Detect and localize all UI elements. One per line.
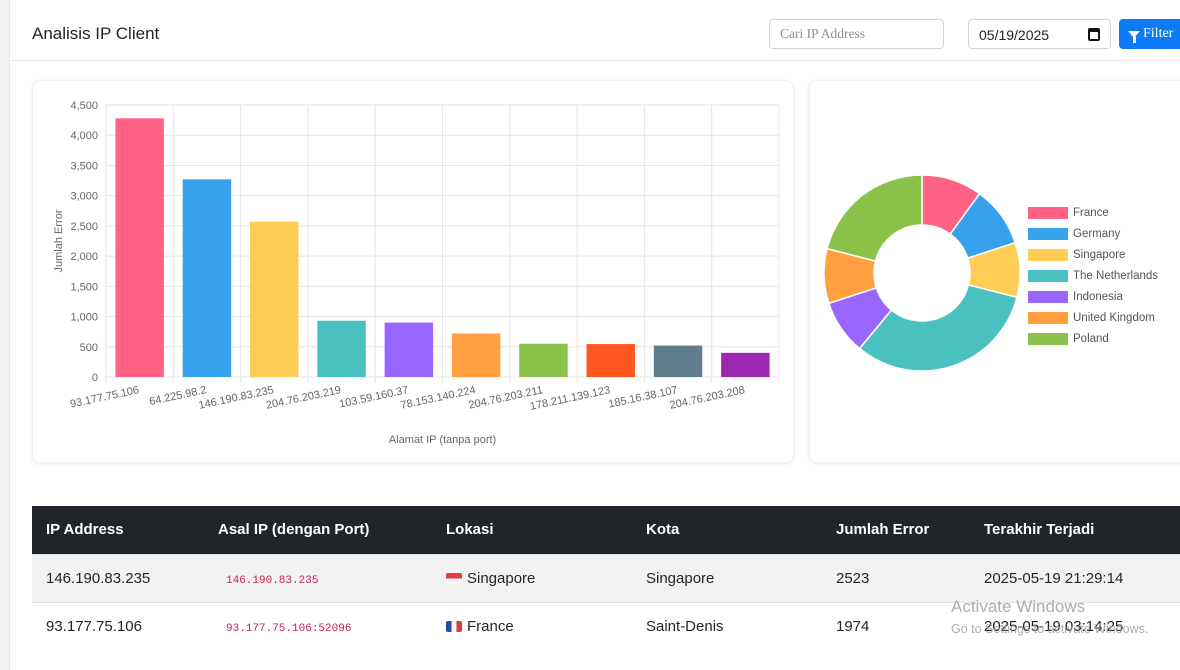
bar-chart: 0 500 1,000 1,500 2,000 2,500 3,000 3,500 4,000 4… (53, 100, 780, 446)
x-tick-label: 204.76.203.208 (669, 384, 746, 412)
header-city[interactable]: Kota (632, 506, 822, 554)
cell-location: Singapore (432, 553, 632, 602)
bar[interactable] (653, 345, 703, 377)
legend-item[interactable]: France (1028, 202, 1158, 223)
x-tick-label: 185.16.38.107 (607, 384, 678, 410)
legend-swatch (1028, 227, 1068, 240)
x-tick-label: 146.190.83.235 (198, 384, 275, 412)
legend-swatch (1028, 206, 1068, 219)
cell-ip-address: 146.190.83.235 (32, 553, 204, 602)
bar[interactable] (721, 352, 770, 377)
header-ip-address[interactable]: IP Address (32, 506, 204, 554)
legend-item[interactable]: Germany (1028, 223, 1158, 244)
legend-item[interactable]: Indonesia (1028, 286, 1158, 307)
x-tick-label: 204.76.203.219 (265, 384, 342, 412)
doughnut-chart-card: France Germany Singapore The Netherlands Ind… (809, 80, 1180, 463)
x-tick-label: 103.59.160.37 (338, 384, 409, 410)
y-tick-label: 3,000 (70, 191, 98, 203)
legend-label: Singapore (1073, 248, 1126, 261)
legend-swatch (1028, 290, 1068, 303)
country-flag-icon (446, 572, 462, 584)
legend-label: Poland (1073, 332, 1109, 345)
legend-label: Indonesia (1073, 290, 1123, 303)
x-tick-label: 93.177.75.106 (69, 384, 140, 410)
calendar-icon[interactable] (1088, 28, 1100, 41)
left-border (0, 0, 10, 670)
bar-chart-card: 0 500 1,000 1,500 2,000 2,500 3,000 3,500 4,000 4… (32, 80, 794, 463)
y-tick-label: 500 (80, 342, 98, 354)
cell-location: France (432, 601, 632, 650)
y-tick-label: 3,500 (70, 160, 98, 172)
windows-activation-watermark: Activate Windows (951, 597, 1086, 616)
bar[interactable] (586, 344, 635, 377)
table-header-row: IP Address Asal IP (dengan Port) Lokasi … (32, 506, 1180, 554)
cell-city: Saint-Denis (632, 601, 822, 650)
location-label: Singapore (467, 569, 536, 587)
legend-swatch (1028, 269, 1068, 282)
x-tick-label: 78.153.140.224 (399, 384, 476, 412)
legend-item[interactable]: The Netherlands (1028, 265, 1158, 286)
y-tick-label: 1,000 (70, 312, 98, 324)
page-title: Analisis IP Client (32, 24, 160, 43)
search-input[interactable] (769, 19, 944, 49)
bar[interactable] (317, 320, 366, 377)
legend-item[interactable]: Poland (1028, 328, 1158, 349)
legend-label: The Netherlands (1073, 269, 1159, 282)
top-header: Analisis IP Client 05/19/2025 Filter (12, 0, 1180, 61)
cell-error-count: 1974 (822, 601, 970, 650)
y-tick-label: 2,000 (70, 251, 98, 263)
cell-last-occurred: 2025-05-19 21:29:14 (970, 553, 1180, 602)
legend-swatch (1028, 248, 1068, 261)
date-input[interactable]: 05/19/2025 (968, 19, 1111, 49)
windows-activation-subtitle: Go to Settings to activate Windows. (951, 622, 1149, 636)
header-error-count[interactable]: Jumlah Error (822, 506, 970, 554)
header-origin[interactable]: Asal IP (dengan Port) (204, 506, 432, 554)
bar[interactable] (451, 333, 501, 377)
y-axis-title: Jumlah Error (53, 209, 65, 272)
y-tick-label: 4,500 (70, 100, 98, 112)
header-last-occurred[interactable]: Terakhir Terjadi (970, 506, 1180, 554)
filter-button[interactable]: Filter (1119, 19, 1180, 49)
origin-code: 146.190.83.235 (226, 574, 319, 587)
y-tick-label: 1,500 (70, 281, 98, 293)
legend-label: France (1073, 206, 1109, 219)
header-location[interactable]: Lokasi (432, 506, 632, 554)
cell-origin: 93.177.75.106:52096 (204, 601, 432, 650)
y-tick-label: 4,000 (70, 130, 98, 142)
bar[interactable] (182, 179, 232, 377)
legend-swatch (1028, 311, 1068, 324)
country-flag-icon (446, 620, 462, 632)
legend-label: United Kingdom (1073, 311, 1155, 324)
date-value: 05/19/2025 (979, 27, 1050, 43)
origin-code: 93.177.75.106:52096 (226, 622, 352, 635)
legend-item[interactable]: United Kingdom (1028, 307, 1158, 328)
bar[interactable] (115, 118, 164, 377)
chart-legend: France Germany Singapore The Netherlands Ind… (1028, 202, 1158, 349)
filter-button-label: Filter (1143, 26, 1174, 41)
location-label: France (467, 617, 514, 635)
bar[interactable] (250, 221, 299, 377)
doughnut-slice[interactable] (858, 284, 1018, 372)
bar[interactable] (384, 322, 434, 377)
cell-error-count: 2523 (822, 553, 970, 602)
legend-item[interactable]: Singapore (1028, 244, 1158, 265)
y-tick-label: 2,500 (70, 221, 98, 233)
doughnut-chart (823, 174, 1020, 372)
filter-icon (1128, 31, 1140, 43)
doughnut-slice[interactable] (826, 174, 923, 262)
y-tick-label: 0 (92, 372, 98, 384)
legend-swatch (1028, 332, 1068, 345)
cell-city: Singapore (632, 553, 822, 602)
cell-origin: 146.190.83.235 (204, 553, 432, 602)
bar[interactable] (519, 343, 568, 377)
cell-ip-address: 93.177.75.106 (32, 601, 204, 650)
x-axis-title: Alamat IP (tanpa port) (389, 434, 496, 446)
table-row[interactable]: 146.190.83.235 146.190.83.235 Singapore Sin… (32, 553, 1180, 602)
legend-label: Germany (1073, 227, 1121, 240)
